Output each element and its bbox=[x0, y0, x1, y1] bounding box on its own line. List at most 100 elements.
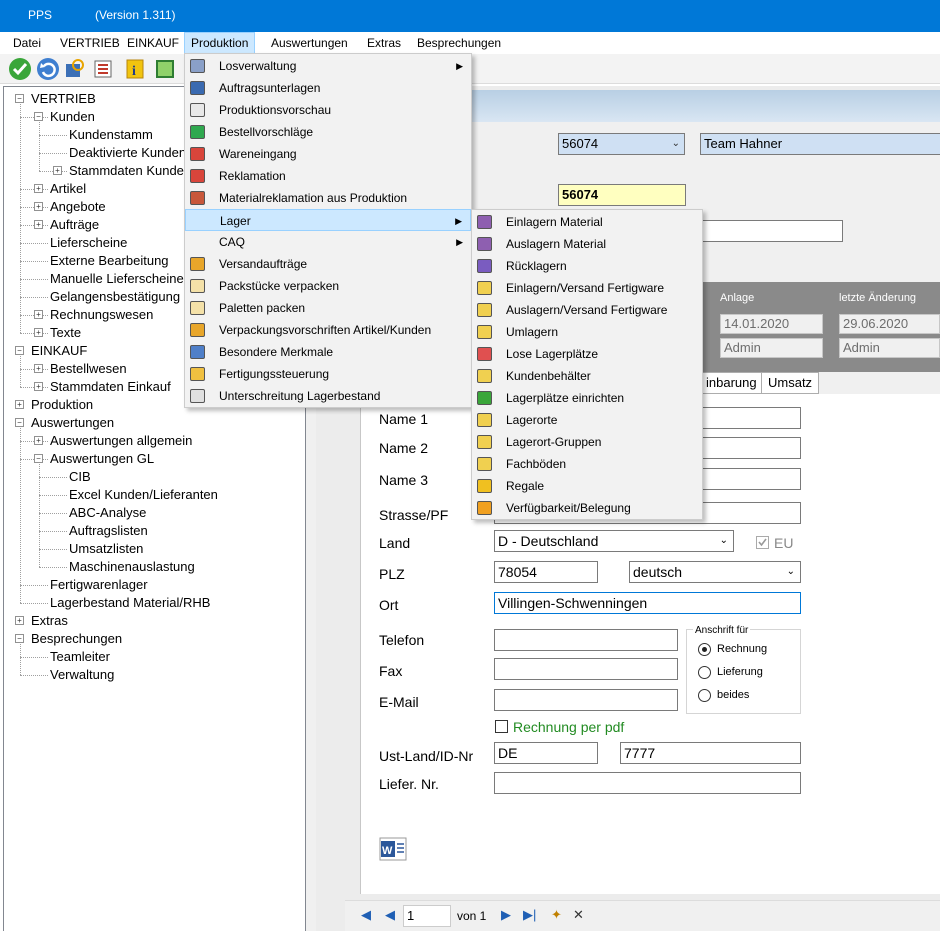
tree-item-teamleiter[interactable]: Teamleiter bbox=[50, 648, 110, 666]
first-record-button[interactable]: ◀ bbox=[361, 907, 374, 923]
customer-number-field[interactable]: 56074 bbox=[558, 184, 686, 206]
menu-item-caq[interactable]: CAQ ▶ bbox=[185, 231, 471, 253]
menu-item-lagerplaetze-einrichten[interactable]: Lagerplätze einrichten bbox=[472, 387, 702, 409]
tab-vereinbarung[interactable]: inbarung bbox=[700, 372, 764, 394]
collapse-icon[interactable]: − bbox=[15, 94, 24, 103]
menu-item-reklamation[interactable]: Reklamation bbox=[185, 165, 471, 187]
ust-land-input[interactable]: DE bbox=[494, 742, 598, 764]
tree-item-maschinenauslastung[interactable]: Maschinenauslastung bbox=[69, 558, 195, 576]
window-icon[interactable] bbox=[154, 58, 176, 80]
fax-input[interactable] bbox=[494, 658, 678, 680]
tree-item-rechnungswesen[interactable]: Rechnungswesen bbox=[50, 306, 153, 324]
menu-item-versandauftraege[interactable]: Versandaufträge bbox=[185, 253, 471, 275]
collapse-icon[interactable]: − bbox=[15, 634, 24, 643]
menu-item-lose-lagerplaetze[interactable]: Lose Lagerplätze bbox=[472, 343, 702, 365]
menu-item-besondere-merkmale[interactable]: Besondere Merkmale bbox=[185, 341, 471, 363]
telefon-input[interactable] bbox=[494, 629, 678, 651]
tree-item-auswertungen-gl[interactable]: Auswertungen GL bbox=[50, 450, 154, 468]
expand-icon[interactable]: + bbox=[34, 184, 43, 193]
tab-umsatz[interactable]: Umsatz bbox=[761, 372, 820, 394]
land-select[interactable]: D - Deutschland ⌄ bbox=[494, 530, 734, 552]
sprache-select[interactable]: deutsch ⌄ bbox=[629, 561, 801, 583]
list-icon[interactable] bbox=[93, 58, 115, 80]
collapse-icon[interactable]: − bbox=[15, 418, 24, 427]
menu-item-umlagern[interactable]: Umlagern bbox=[472, 321, 702, 343]
tree-item-excel-kunden-lieferanten[interactable]: Excel Kunden/Lieferanten bbox=[69, 486, 218, 504]
tree-item-umsatzlisten[interactable]: Umsatzlisten bbox=[69, 540, 143, 558]
menu-item-lagerort-gruppen[interactable]: Lagerort-Gruppen bbox=[472, 431, 702, 453]
tree-item-besprechungen[interactable]: Besprechungen bbox=[31, 630, 122, 648]
tree-item-kundenstamm[interactable]: Kundenstamm bbox=[69, 126, 153, 144]
menu-item-auslagern-material[interactable]: Auslagern Material bbox=[472, 233, 702, 255]
expand-icon[interactable]: + bbox=[34, 220, 43, 229]
menu-auswertungen[interactable]: Auswertungen bbox=[265, 32, 354, 54]
collapse-icon[interactable]: − bbox=[34, 454, 43, 463]
tree-item-externe-bearbeitung[interactable]: Externe Bearbeitung bbox=[50, 252, 169, 270]
tree-item-bestellwesen[interactable]: Bestellwesen bbox=[50, 360, 127, 378]
tree-item-extras[interactable]: Extras bbox=[31, 612, 68, 630]
pdf-checkbox[interactable] bbox=[495, 720, 508, 733]
ust-id-input[interactable]: 7777 bbox=[620, 742, 801, 764]
tree-item-auftraege[interactable]: Aufträge bbox=[50, 216, 99, 234]
tree-item-gelangensbestaetigung[interactable]: Gelangensbestätigung bbox=[50, 288, 180, 306]
menu-item-ruecklagern[interactable]: Rücklagern bbox=[472, 255, 702, 277]
tree-item-einkauf[interactable]: EINKAUF bbox=[31, 342, 87, 360]
menu-item-auslagern-versand-fertigware[interactable]: Auslagern/Versand Fertigware bbox=[472, 299, 702, 321]
undo-icon[interactable] bbox=[37, 58, 59, 80]
menu-item-produktionsvorschau[interactable]: Produktionsvorschau bbox=[185, 99, 471, 121]
next-record-button[interactable]: ▶ bbox=[501, 907, 511, 923]
expand-icon[interactable]: + bbox=[34, 310, 43, 319]
tree-item-kunden[interactable]: Kunden bbox=[50, 108, 95, 126]
expand-icon[interactable]: + bbox=[15, 400, 24, 409]
menu-item-bestellvorschlaege[interactable]: Bestellvorschläge bbox=[185, 121, 471, 143]
tree-item-lagerbestand-material-rhb[interactable]: Lagerbestand Material/RHB bbox=[50, 594, 210, 612]
menu-item-lager[interactable]: Lager ▶ bbox=[185, 209, 471, 231]
tree-item-auftragslisten[interactable]: Auftragslisten bbox=[69, 522, 148, 540]
record-position-input[interactable]: 1 bbox=[403, 905, 451, 927]
expand-icon[interactable]: + bbox=[34, 202, 43, 211]
word-export-icon[interactable]: W bbox=[379, 837, 407, 861]
tree-item-stammdaten-kunden[interactable]: Stammdaten Kunden bbox=[69, 162, 191, 180]
tree-item-artikel[interactable]: Artikel bbox=[50, 180, 86, 198]
search-people-icon[interactable] bbox=[63, 58, 85, 80]
tree-item-auswertungen-allgemein[interactable]: Auswertungen allgemein bbox=[50, 432, 192, 450]
menu-item-verpackungsvorschriften-artikel-kunden[interactable]: Verpackungsvorschriften Artikel/Kunden bbox=[185, 319, 471, 341]
menu-besprechungen[interactable]: Besprechungen bbox=[411, 32, 507, 54]
expand-icon[interactable]: + bbox=[34, 436, 43, 445]
add-record-icon[interactable]: ✦ bbox=[551, 907, 562, 923]
menu-item-einlagern-versand-fertigware[interactable]: Einlagern/Versand Fertigware bbox=[472, 277, 702, 299]
plz-input[interactable]: 78054 bbox=[494, 561, 598, 583]
menu-item-losverwaltung[interactable]: Losverwaltung ▶ bbox=[185, 55, 471, 77]
menu-item-kundenbehaelter[interactable]: Kundenbehälter bbox=[472, 365, 702, 387]
liefer-input[interactable] bbox=[494, 772, 801, 794]
menu-item-paletten-packen[interactable]: Paletten packen bbox=[185, 297, 471, 319]
tree-item-verwaltung[interactable]: Verwaltung bbox=[50, 666, 114, 684]
collapse-icon[interactable]: − bbox=[34, 112, 43, 121]
radio-beides[interactable] bbox=[698, 689, 711, 702]
menu-produktion[interactable]: Produktion bbox=[184, 32, 256, 54]
tree-item-texte[interactable]: Texte bbox=[50, 324, 81, 342]
tree-item-vertrieb[interactable]: VERTRIEB bbox=[31, 90, 96, 108]
expand-icon[interactable]: + bbox=[34, 328, 43, 337]
radio-rechnung[interactable] bbox=[698, 643, 711, 656]
tree-item-produktion[interactable]: Produktion bbox=[31, 396, 93, 414]
eu-checkbox[interactable] bbox=[756, 536, 769, 549]
menu-item-verfuegbarkeit-belegung[interactable]: Verfügbarkeit/Belegung bbox=[472, 497, 702, 519]
menu-item-wareneingang[interactable]: Wareneingang bbox=[185, 143, 471, 165]
delete-record-icon[interactable]: ✕ bbox=[573, 907, 584, 923]
tree-item-cib[interactable]: CIB bbox=[69, 468, 91, 486]
menu-extras[interactable]: Extras bbox=[361, 32, 407, 54]
customer-number-combo[interactable]: 56074 ⌄ bbox=[558, 133, 685, 155]
menu-item-unterschreitung-lagerbestand[interactable]: Unterschreitung Lagerbestand bbox=[185, 385, 471, 407]
customer-name-field[interactable]: Team Hahner bbox=[700, 133, 940, 155]
email-input[interactable] bbox=[494, 689, 678, 711]
expand-icon[interactable]: + bbox=[34, 382, 43, 391]
tree-item-manuelle-lieferscheine[interactable]: Manuelle Lieferscheine bbox=[50, 270, 184, 288]
last-record-button[interactable]: ▶| bbox=[523, 907, 536, 923]
ok-icon[interactable] bbox=[9, 58, 31, 80]
tree-item-fertigwarenlager[interactable]: Fertigwarenlager bbox=[50, 576, 148, 594]
menu-item-packstuecke-verpacken[interactable]: Packstücke verpacken bbox=[185, 275, 471, 297]
menu-item-fachboeden[interactable]: Fachböden bbox=[472, 453, 702, 475]
menu-vertrieb[interactable]: VERTRIEB bbox=[54, 32, 126, 54]
expand-icon[interactable]: + bbox=[53, 166, 62, 175]
